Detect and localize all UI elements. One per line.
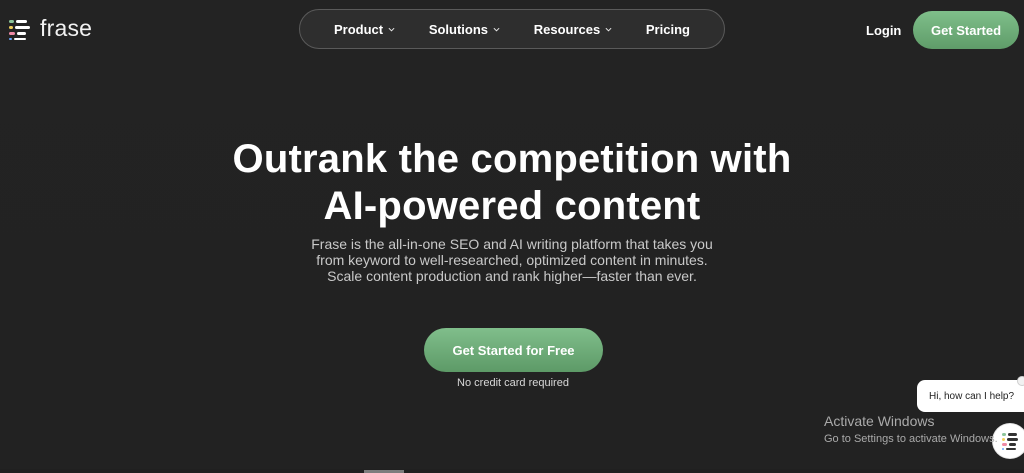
hero-subtitle: Frase is the all-in-one SEO and AI writi… <box>0 236 1024 284</box>
hero-subtitle-line-1: Frase is the all-in-one SEO and AI writi… <box>311 236 713 252</box>
chevron-down-icon <box>388 27 395 32</box>
login-link[interactable]: Login <box>866 23 901 38</box>
chat-greeting-bubble[interactable]: Hi, how can I help? <box>917 380 1024 412</box>
chat-greeting-text: Hi, how can I help? <box>929 390 1015 402</box>
activate-windows-title: Activate Windows <box>824 413 935 429</box>
nav-item-product[interactable]: Product <box>334 22 395 37</box>
chat-launcher-icon <box>993 424 1024 458</box>
hero-title: Outrank the competition with AI-powered … <box>0 136 1024 230</box>
nav-item-label: Resources <box>533 21 601 37</box>
chevron-down-icon <box>605 27 612 32</box>
nav-item-resources[interactable]: Resources <box>534 22 612 37</box>
nav-item-solutions[interactable]: Solutions <box>429 22 500 37</box>
get-started-free-button[interactable]: Get Started for Free <box>424 328 603 372</box>
hero-subtitle-line-2: from keyword to well-researched, optimiz… <box>316 252 708 268</box>
nav-item-label: Solutions <box>428 21 489 37</box>
nav-item-label: Product <box>334 21 384 37</box>
get-started-button[interactable]: Get Started <box>913 11 1019 49</box>
frase-logo-icon <box>9 19 30 40</box>
nav-item-label: Pricing <box>645 21 690 37</box>
chat-launcher-button[interactable] <box>993 424 1024 458</box>
nav-item-pricing[interactable]: Pricing <box>646 22 690 37</box>
brand-logo-link[interactable]: frase <box>8 17 92 40</box>
hero-title-line-1: Outrank the competition with <box>232 137 792 181</box>
main-nav: Product Solutions Resources Pricing <box>299 9 725 49</box>
close-icon[interactable] <box>1017 376 1024 386</box>
landing-page: frase Product Solutions Resources Pricin… <box>0 0 1024 473</box>
chevron-down-icon <box>493 27 500 32</box>
bottom-strip <box>0 469 1024 473</box>
brand-name: frase <box>40 15 93 41</box>
hero-subtitle-line-3: Scale content production and rank higher… <box>327 268 697 284</box>
hero-title-line-2: AI-powered content <box>323 184 701 228</box>
no-credit-card-note: No credit card required <box>457 377 569 389</box>
